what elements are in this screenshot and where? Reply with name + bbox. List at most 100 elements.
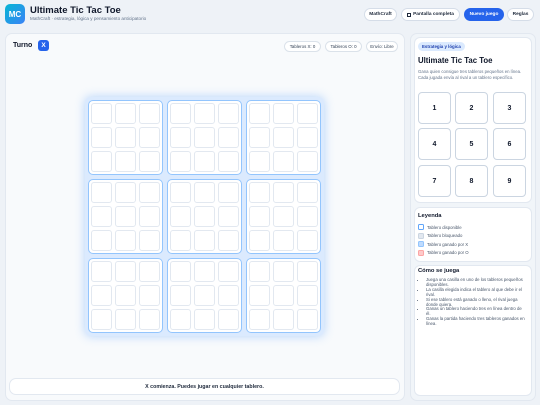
small-board-6[interactable] [246,179,321,254]
board-cell[interactable] [170,309,191,330]
board-cell[interactable] [297,127,318,148]
board-cell[interactable] [139,206,160,227]
board-cell[interactable] [297,230,318,251]
board-cell[interactable] [139,309,160,330]
board-cell[interactable] [194,261,215,282]
new-game-button[interactable]: Nuevo juego [464,8,504,21]
board-cell[interactable] [91,103,112,124]
board-cell[interactable] [273,206,294,227]
board-cell[interactable] [273,103,294,124]
board-cell[interactable] [91,206,112,227]
board-cell[interactable] [115,309,136,330]
board-cell[interactable] [194,103,215,124]
mini-board-3[interactable]: 3 [493,92,526,124]
board-cell[interactable] [249,206,270,227]
board-cell[interactable] [115,103,136,124]
board-cell[interactable] [218,230,239,251]
board-cell[interactable] [170,127,191,148]
board-cell[interactable] [91,285,112,306]
board-cell[interactable] [218,127,239,148]
board-cell[interactable] [170,285,191,306]
board-cell[interactable] [273,182,294,203]
board-cell[interactable] [249,151,270,172]
board-cell[interactable] [170,103,191,124]
board-cell[interactable] [297,151,318,172]
board-cell[interactable] [218,182,239,203]
board-cell[interactable] [139,151,160,172]
board-cell[interactable] [170,151,191,172]
board-cell[interactable] [115,261,136,282]
board-cell[interactable] [218,206,239,227]
board-cell[interactable] [218,151,239,172]
mini-board-9[interactable]: 9 [493,165,526,197]
board-cell[interactable] [297,206,318,227]
board-cell[interactable] [170,261,191,282]
small-board-7[interactable] [88,258,163,333]
board-cell[interactable] [218,103,239,124]
small-board-2[interactable] [167,100,242,175]
board-cell[interactable] [249,182,270,203]
board-cell[interactable] [297,182,318,203]
board-cell[interactable] [115,206,136,227]
board-cell[interactable] [91,151,112,172]
board-cell[interactable] [249,103,270,124]
board-cell[interactable] [249,285,270,306]
small-board-8[interactable] [167,258,242,333]
mini-board-6[interactable]: 6 [493,128,526,160]
board-cell[interactable] [297,103,318,124]
board-cell[interactable] [218,309,239,330]
board-cell[interactable] [194,206,215,227]
board-cell[interactable] [194,285,215,306]
board-cell[interactable] [273,261,294,282]
board-cell[interactable] [297,261,318,282]
board-cell[interactable] [194,151,215,172]
board-cell[interactable] [139,103,160,124]
board-cell[interactable] [273,309,294,330]
board-cell[interactable] [297,285,318,306]
small-board-9[interactable] [246,258,321,333]
mini-board-4[interactable]: 4 [418,128,451,160]
board-cell[interactable] [249,309,270,330]
small-board-5[interactable] [167,179,242,254]
rules-button[interactable]: Reglas [507,8,534,21]
board-cell[interactable] [170,206,191,227]
board-cell[interactable] [115,285,136,306]
board-cell[interactable] [194,127,215,148]
board-cell[interactable] [139,182,160,203]
small-board-4[interactable] [88,179,163,254]
board-cell[interactable] [139,127,160,148]
board-cell[interactable] [91,309,112,330]
board-cell[interactable] [91,261,112,282]
mini-board-8[interactable]: 8 [455,165,488,197]
board-cell[interactable] [297,309,318,330]
board-cell[interactable] [91,230,112,251]
board-cell[interactable] [218,261,239,282]
board-cell[interactable] [194,230,215,251]
board-cell[interactable] [218,285,239,306]
board-cell[interactable] [139,230,160,251]
board-cell[interactable] [273,230,294,251]
board-cell[interactable] [194,182,215,203]
board-cell[interactable] [273,127,294,148]
board-cell[interactable] [170,230,191,251]
small-board-3[interactable] [246,100,321,175]
board-cell[interactable] [273,285,294,306]
board-cell[interactable] [139,261,160,282]
mini-board-5[interactable]: 5 [455,128,488,160]
board-cell[interactable] [249,230,270,251]
board-cell[interactable] [170,182,191,203]
board-cell[interactable] [139,285,160,306]
small-board-1[interactable] [88,100,163,175]
mini-board-7[interactable]: 7 [418,165,451,197]
board-cell[interactable] [115,182,136,203]
board-cell[interactable] [91,127,112,148]
board-cell[interactable] [194,309,215,330]
board-cell[interactable] [91,182,112,203]
board-cell[interactable] [249,261,270,282]
mini-board-2[interactable]: 2 [455,92,488,124]
board-cell[interactable] [273,151,294,172]
mini-board-1[interactable]: 1 [418,92,451,124]
mathcraft-button[interactable]: MathCraft [364,8,397,21]
board-cell[interactable] [115,151,136,172]
fullscreen-button[interactable]: Pantalla completa [401,8,460,21]
